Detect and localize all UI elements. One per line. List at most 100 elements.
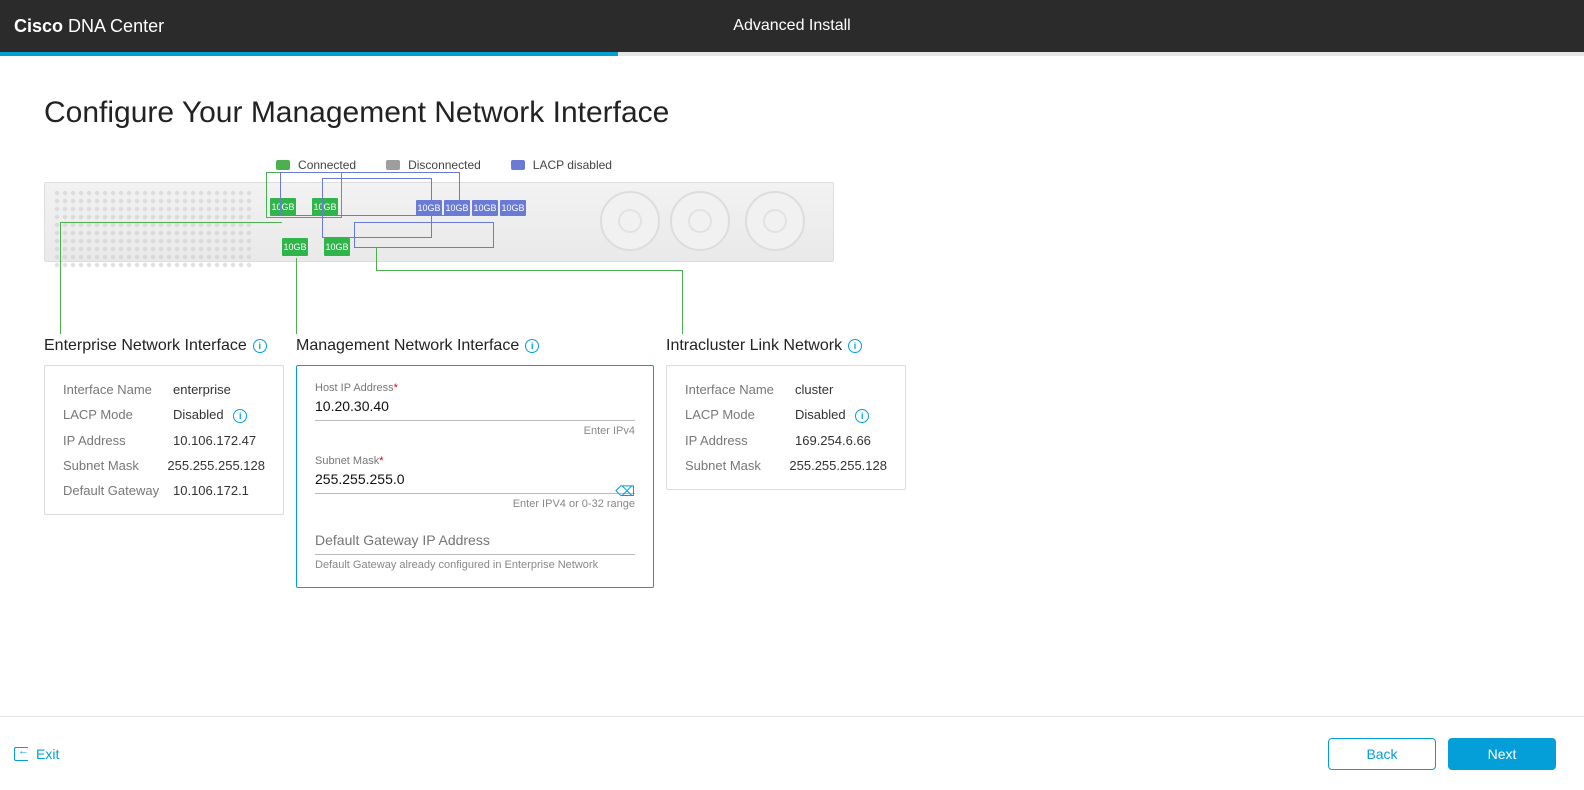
- clear-input-icon[interactable]: ⌫: [615, 483, 635, 500]
- cluster-iface-row: Interface Name cluster: [685, 382, 887, 397]
- info-icon[interactable]: i: [525, 339, 539, 353]
- info-icon[interactable]: i: [848, 339, 862, 353]
- enterprise-title: Enterprise Network Interface i: [44, 337, 284, 355]
- vent-icon: [53, 229, 253, 269]
- exit-button[interactable]: Exit: [14, 746, 59, 762]
- management-title-text: Management Network Interface: [296, 337, 519, 355]
- top-bar: Cisco DNA Center Advanced Install: [0, 0, 1584, 52]
- port-cluster-2[interactable]: [444, 200, 470, 216]
- next-button[interactable]: Next: [1448, 738, 1556, 770]
- connector-enterprise-h: [60, 222, 282, 223]
- exit-icon: [14, 747, 28, 761]
- brand: Cisco DNA Center: [14, 16, 164, 37]
- host-ip-hint: Enter IPv4: [315, 425, 635, 437]
- content: Configure Your Management Network Interf…: [0, 56, 1584, 588]
- footer: Exit Back Next: [0, 716, 1584, 790]
- cluster-subnet-value: 255.255.255.128: [789, 458, 887, 473]
- port-cluster-1[interactable]: [416, 200, 442, 216]
- interface-sections: Enterprise Network Interface i Interface…: [44, 337, 1540, 588]
- vent-icon: [53, 189, 253, 229]
- brand-bold: Cisco: [14, 16, 63, 36]
- port-legend: Connected Disconnected LACP disabled: [44, 158, 844, 172]
- host-ip-label: Host IP Address*: [315, 382, 635, 394]
- legend-disconnected-label: Disconnected: [408, 158, 481, 172]
- connector-cluster: [682, 270, 683, 334]
- fan-icon: [600, 191, 660, 251]
- enterprise-gw-value: 10.106.172.1: [173, 483, 249, 498]
- cluster-subnet-row: Subnet Mask 255.255.255.128: [685, 458, 887, 473]
- swatch-disconnected-icon: [386, 160, 400, 170]
- enterprise-subnet-label: Subnet Mask: [63, 458, 167, 473]
- enterprise-ip-label: IP Address: [63, 433, 173, 448]
- footer-buttons: Back Next: [1328, 738, 1556, 770]
- cluster-subnet-label: Subnet Mask: [685, 458, 789, 473]
- enterprise-lacp-row: LACP Mode Disabled i: [63, 407, 265, 423]
- legend-connected: Connected: [276, 158, 356, 172]
- port-management-1[interactable]: [282, 238, 308, 256]
- enterprise-iface-value: enterprise: [173, 382, 231, 397]
- connector-management: [296, 258, 297, 334]
- cluster-lacp-label: LACP Mode: [685, 407, 795, 423]
- brand-rest: DNA Center: [68, 16, 164, 36]
- appliance-diagram: [44, 182, 844, 337]
- enterprise-section: Enterprise Network Interface i Interface…: [44, 337, 284, 588]
- enterprise-subnet-value: 255.255.255.128: [167, 458, 265, 473]
- enterprise-iface-row: Interface Name enterprise: [63, 382, 265, 397]
- cluster-port-frame-low: [354, 222, 494, 248]
- cluster-ip-row: IP Address 169.254.6.66: [685, 433, 887, 448]
- enterprise-subnet-row: Subnet Mask 255.255.255.128: [63, 458, 265, 473]
- swatch-lacp-icon: [511, 160, 525, 170]
- exit-label: Exit: [36, 746, 59, 762]
- enterprise-iface-label: Interface Name: [63, 382, 173, 397]
- enterprise-ip-row: IP Address 10.106.172.47: [63, 433, 265, 448]
- enterprise-lacp-value-text: Disabled: [173, 407, 224, 422]
- cluster-iface-label: Interface Name: [685, 382, 795, 397]
- cluster-section: Intracluster Link Network i Interface Na…: [666, 337, 906, 588]
- host-ip-input[interactable]: [315, 394, 635, 421]
- legend-disconnected: Disconnected: [386, 158, 481, 172]
- subnet-hint: Enter IPV4 or 0-32 range: [315, 498, 635, 510]
- page-title: Configure Your Management Network Interf…: [44, 96, 1540, 130]
- enterprise-card: Interface Name enterprise LACP Mode Disa…: [44, 365, 284, 515]
- info-icon[interactable]: i: [253, 339, 267, 353]
- cluster-lacp-value-text: Disabled: [795, 407, 846, 422]
- subnet-label-text: Subnet Mask: [315, 455, 379, 467]
- enterprise-title-text: Enterprise Network Interface: [44, 337, 247, 355]
- host-ip-label-text: Host IP Address: [315, 382, 394, 394]
- connector-cluster-v2: [376, 248, 377, 270]
- gateway-input: [315, 528, 635, 555]
- legend-lacp-disabled: LACP disabled: [511, 158, 612, 172]
- gateway-field: Default Gateway already configured in En…: [315, 528, 635, 571]
- fan-icon: [670, 191, 730, 251]
- enterprise-gw-label: Default Gateway: [63, 483, 173, 498]
- cluster-lacp-value: Disabled i: [795, 407, 869, 423]
- cluster-title: Intracluster Link Network i: [666, 337, 906, 355]
- port-cluster-3[interactable]: [472, 200, 498, 216]
- fan-icon: [745, 191, 805, 251]
- legend-lacp-label: LACP disabled: [533, 158, 612, 172]
- required-mark: *: [394, 382, 398, 394]
- cluster-ip-value: 169.254.6.66: [795, 433, 871, 448]
- subnet-input[interactable]: [315, 467, 635, 494]
- cluster-ip-label: IP Address: [685, 433, 795, 448]
- port-management-2[interactable]: [324, 238, 350, 256]
- enterprise-lacp-value: Disabled i: [173, 407, 247, 423]
- gateway-note: Default Gateway already configured in En…: [315, 559, 635, 571]
- port-cluster-4[interactable]: [500, 200, 526, 216]
- enterprise-lacp-label: LACP Mode: [63, 407, 173, 423]
- host-ip-field: Host IP Address* Enter IPv4: [315, 382, 635, 437]
- swatch-connected-icon: [276, 160, 290, 170]
- info-icon[interactable]: i: [233, 409, 247, 423]
- enterprise-gw-row: Default Gateway 10.106.172.1: [63, 483, 265, 498]
- subnet-label: Subnet Mask*: [315, 455, 635, 467]
- info-icon[interactable]: i: [855, 409, 869, 423]
- subnet-field: Subnet Mask* ⌫ Enter IPV4 or 0-32 range: [315, 455, 635, 510]
- management-section: Management Network Interface i Host IP A…: [296, 337, 654, 588]
- connector-cluster-h: [376, 270, 682, 271]
- cluster-title-text: Intracluster Link Network: [666, 337, 842, 355]
- cluster-iface-value: cluster: [795, 382, 833, 397]
- cluster-card: Interface Name cluster LACP Mode Disable…: [666, 365, 906, 490]
- back-button[interactable]: Back: [1328, 738, 1436, 770]
- header-title: Advanced Install: [733, 17, 850, 35]
- legend-connected-label: Connected: [298, 158, 356, 172]
